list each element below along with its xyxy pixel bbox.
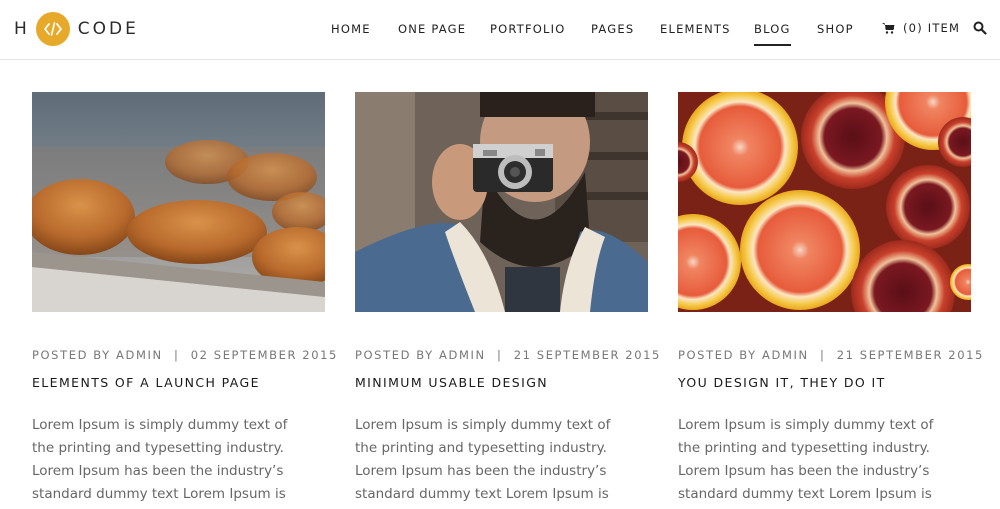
blog-post-card: POSTED BY ADMIN | 21 SEPTEMBER 2015 MINI… (355, 92, 659, 509)
man-with-camera-photo[interactable] (355, 92, 648, 312)
post-title[interactable]: MINIMUM USABLE DESIGN (355, 375, 648, 390)
meta-separator: | (173, 348, 180, 362)
post-author[interactable]: ADMIN (439, 348, 486, 362)
cart-count-label: (0) ITEM (903, 21, 961, 35)
posted-by-label: POSTED BY (355, 348, 434, 362)
grapefruit-pomegranate-photo[interactable] (678, 92, 971, 312)
cart-button[interactable]: (0) ITEM (882, 21, 960, 35)
site-header: H CODE HOME ONE PAGE PORTFOLIO PAGES ELE… (0, 0, 1000, 60)
nav-item-one-page[interactable]: ONE PAGE (398, 22, 466, 36)
post-excerpt: Lorem Ipsum is simply dummy text of the … (32, 417, 288, 502)
posted-by-label: POSTED BY (32, 348, 111, 362)
nav-item-shop[interactable]: SHOP (817, 22, 854, 36)
croissants-photo[interactable] (32, 92, 325, 312)
post-excerpt: Lorem Ipsum is simply dummy text of the … (355, 417, 611, 502)
nav-item-home[interactable]: HOME (331, 22, 371, 36)
post-excerpt: Lorem Ipsum is simply dummy text of the … (678, 417, 934, 502)
post-author[interactable]: ADMIN (116, 348, 163, 362)
meta-separator: | (496, 348, 503, 362)
post-author[interactable]: ADMIN (762, 348, 809, 362)
nav-item-pages[interactable]: PAGES (591, 22, 634, 36)
posted-by-label: POSTED BY (678, 348, 757, 362)
post-date: 02 SEPTEMBER 2015 (190, 348, 338, 362)
search-icon[interactable] (973, 21, 987, 40)
nav-item-portfolio[interactable]: PORTFOLIO (490, 22, 565, 36)
nav-item-blog[interactable]: BLOG (754, 22, 791, 46)
nav-item-elements[interactable]: ELEMENTS (660, 22, 731, 36)
post-meta: POSTED BY ADMIN | 02 SEPTEMBER 2015 (32, 348, 336, 362)
post-title[interactable]: YOU DESIGN IT, THEY DO IT (678, 375, 971, 390)
post-meta: POSTED BY ADMIN | 21 SEPTEMBER 2015 (355, 348, 659, 362)
post-date: 21 SEPTEMBER 2015 (836, 348, 984, 362)
post-title[interactable]: ELEMENTS OF A LAUNCH PAGE (32, 375, 325, 390)
blog-post-card: POSTED BY ADMIN | 02 SEPTEMBER 2015 ELEM… (32, 92, 336, 509)
shopping-cart-icon (882, 23, 895, 34)
meta-separator: | (819, 348, 826, 362)
post-date: 21 SEPTEMBER 2015 (513, 348, 661, 362)
blog-post-card: POSTED BY ADMIN | 21 SEPTEMBER 2015 YOU … (678, 92, 982, 509)
main-navigation: HOME ONE PAGE PORTFOLIO PAGES ELEMENTS B… (0, 0, 1000, 60)
post-meta: POSTED BY ADMIN | 21 SEPTEMBER 2015 (678, 348, 982, 362)
